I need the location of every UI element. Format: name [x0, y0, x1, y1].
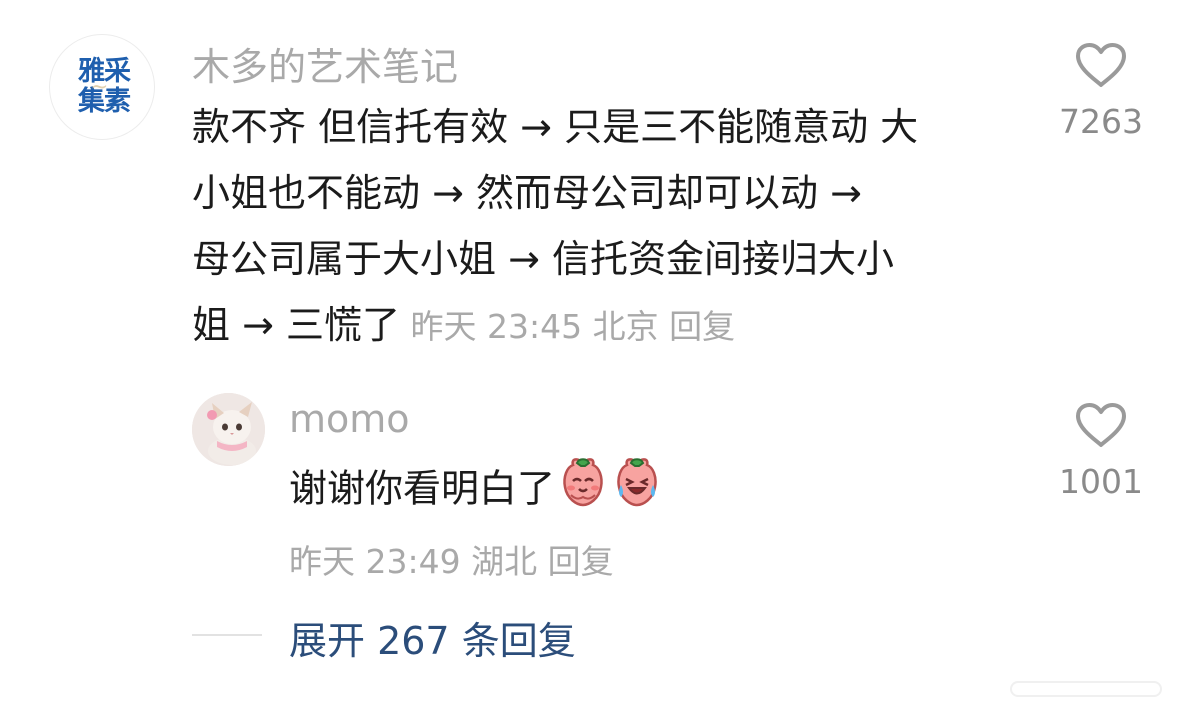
avatar[interactable]: 雅采 集素 ~	[49, 34, 155, 140]
peach-laugh-cry-emoji	[611, 455, 663, 527]
comment-meta: 昨天 23:45 北京 回复	[400, 307, 736, 346]
comment-text: 款不齐 但信托有效 → 只是三不能随意动 大 小姐也不能动 → 然而母公司却可以…	[192, 94, 918, 360]
reply-reply-button[interactable]: 回复	[548, 542, 614, 581]
comment-text-line-last: 姐 → 三慌了 昨天 23:45 北京 回复	[192, 303, 736, 347]
username[interactable]: 木多的艺术笔记	[192, 36, 458, 91]
reply-avatar[interactable]	[192, 393, 265, 466]
comment-text-line: 小姐也不能动 → 然而母公司却可以动 →	[192, 171, 862, 215]
reply-time: 昨天 23:49	[289, 542, 461, 581]
like-count: 7263	[1059, 102, 1143, 141]
peach-pleading-emoji	[557, 455, 609, 527]
heart-icon	[1076, 403, 1126, 447]
reply-text-content: 谢谢你看明白了	[289, 466, 556, 511]
avatar-logo-script: ~	[90, 75, 109, 100]
reply-like-count: 1001	[1059, 462, 1143, 501]
comment-location: 北京	[592, 307, 659, 346]
heart-icon	[1076, 43, 1126, 87]
like-button[interactable]: 7263	[1051, 42, 1151, 141]
watermark-icon	[1010, 681, 1162, 697]
expand-divider	[192, 634, 262, 636]
cat-avatar-icon	[192, 393, 265, 466]
reply-location: 湖北	[471, 542, 538, 581]
comment-text-line: 母公司属于大小姐 → 信托资金间接归大小	[192, 237, 894, 281]
reply-meta: 昨天 23:49 湖北 回复	[289, 535, 614, 583]
reply-username[interactable]: momo	[289, 397, 410, 441]
reply-button[interactable]: 回复	[669, 307, 735, 346]
reply-like-button[interactable]: 1001	[1051, 402, 1151, 501]
comment-text-line: 款不齐 但信托有效 → 只是三不能随意动 大	[192, 105, 919, 149]
comment-time: 昨天 23:45	[410, 307, 583, 346]
reply-text: 谢谢你看明白了	[289, 455, 663, 527]
expand-replies-button[interactable]: 展开 267 条回复	[289, 610, 576, 665]
